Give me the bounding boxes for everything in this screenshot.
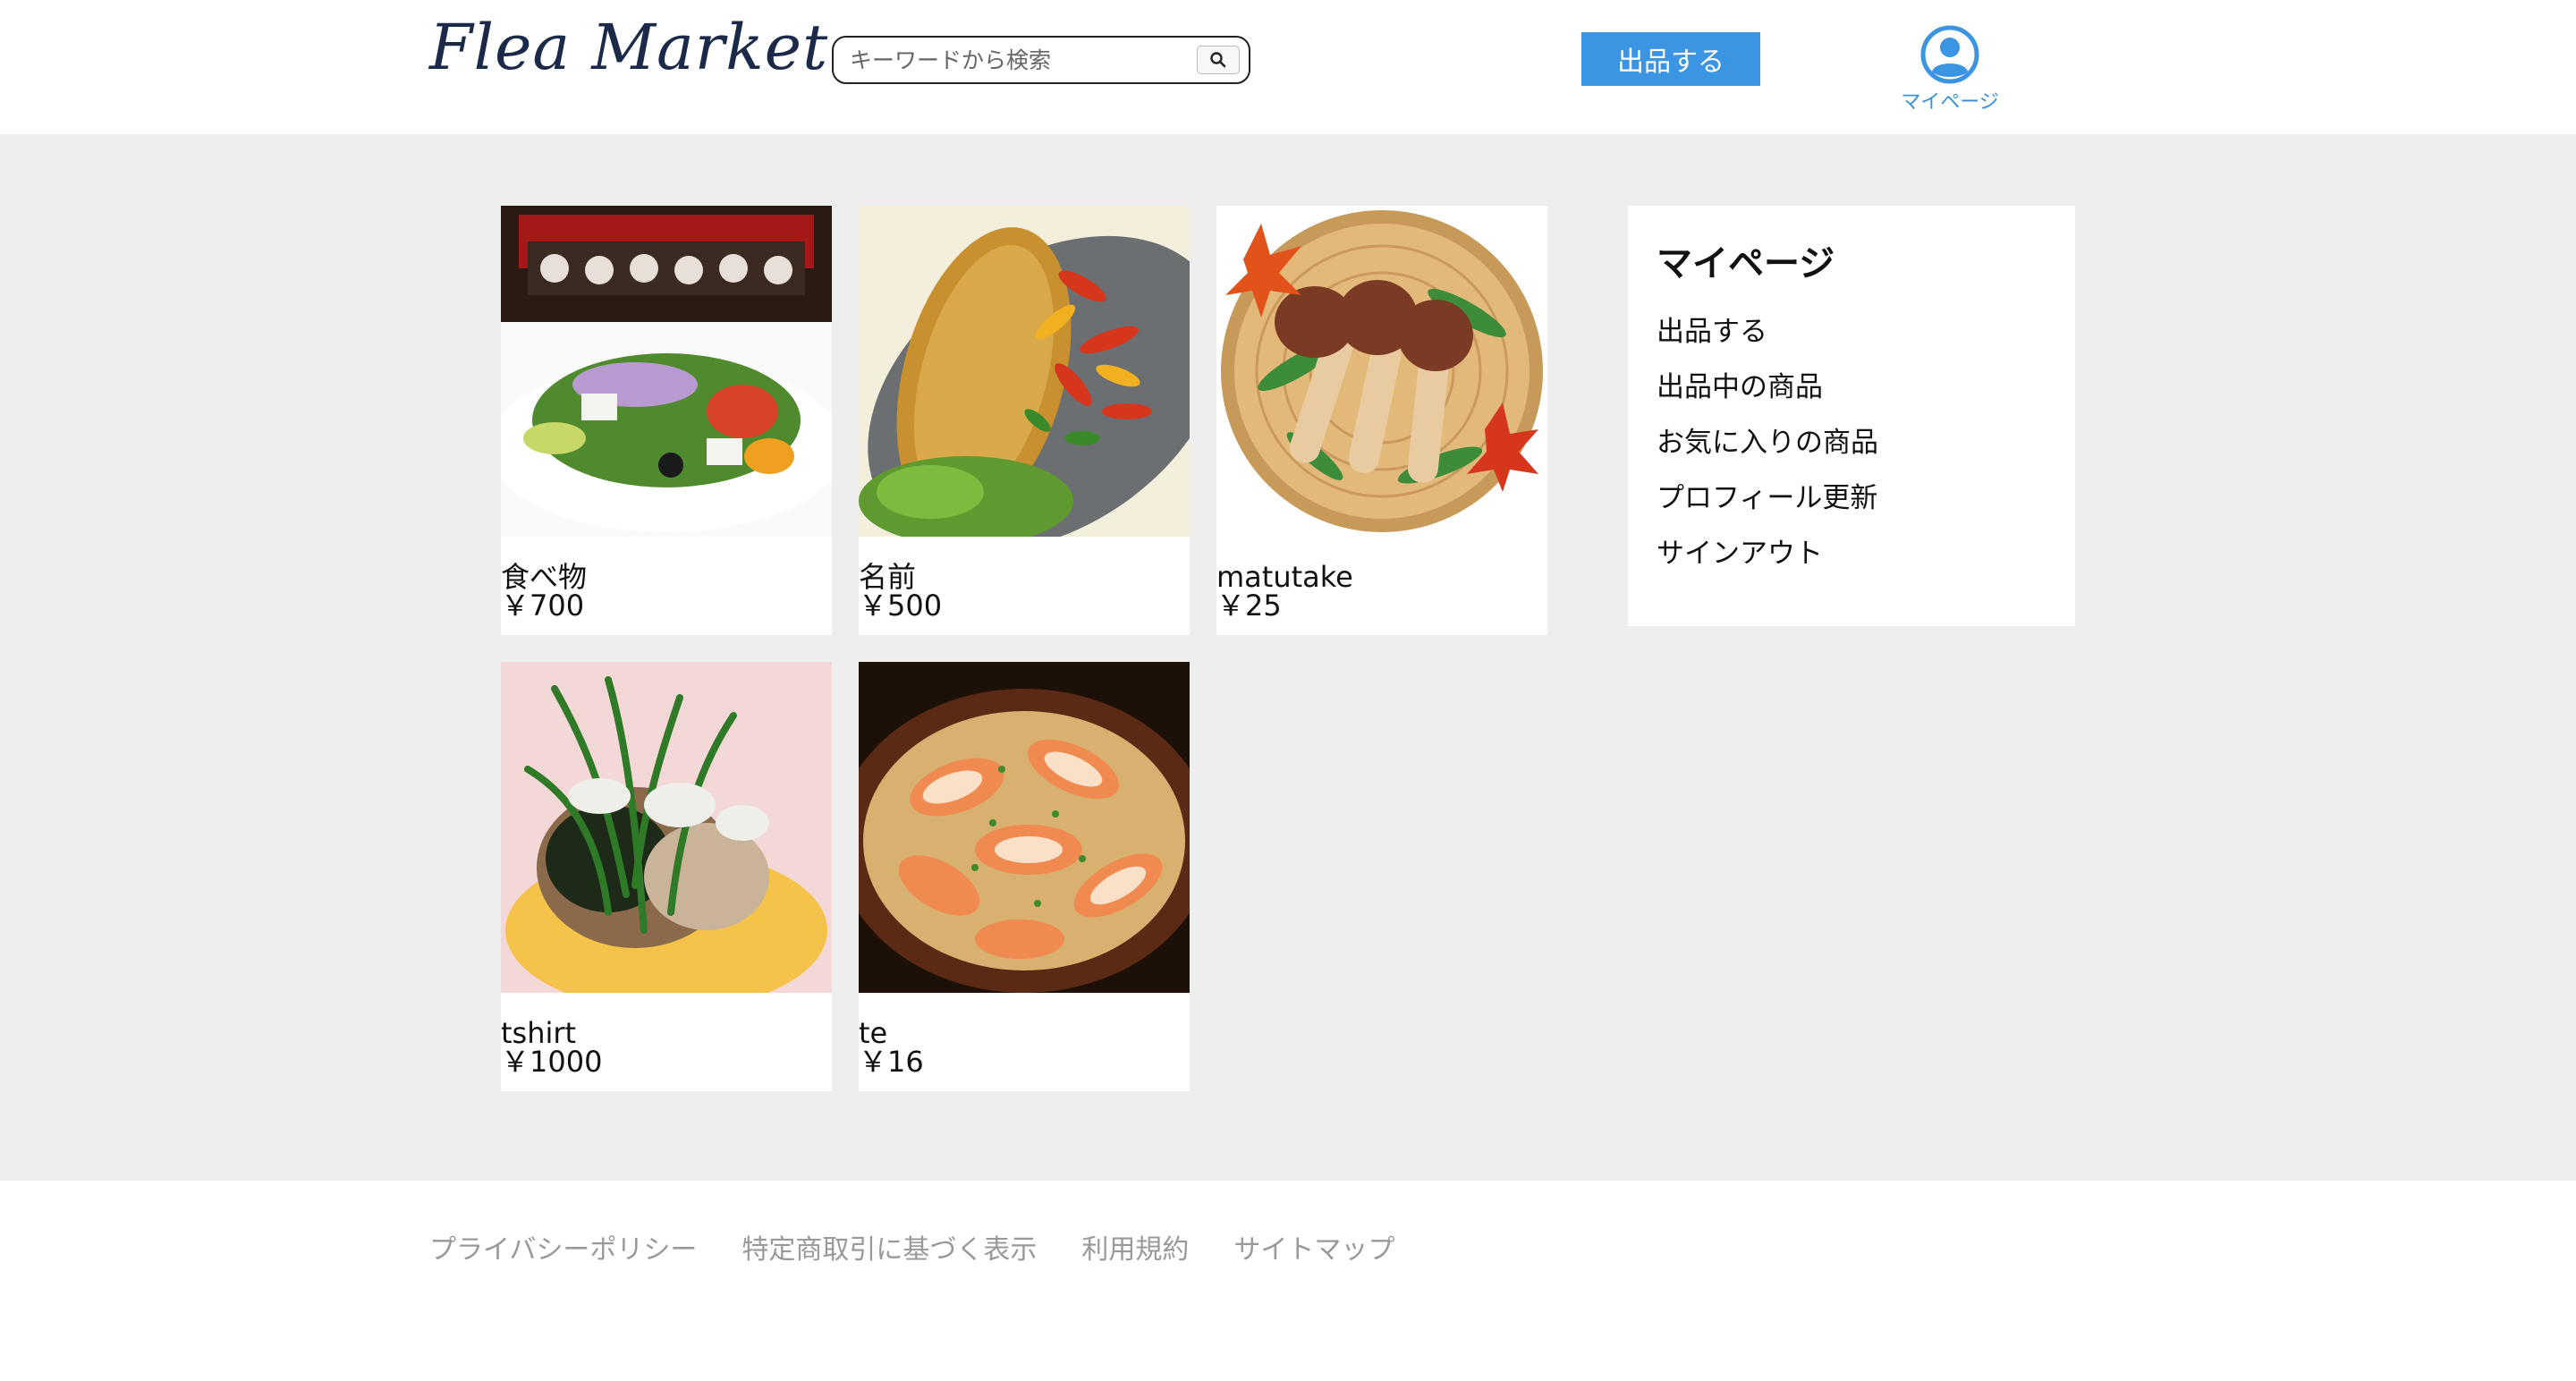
search-box — [832, 36, 1250, 84]
item-image-cutlet — [859, 206, 1190, 537]
sell-button[interactable]: 出品する — [1581, 32, 1760, 86]
footer-links: プライバシーポリシー 特定商取引に基づく表示 利用規約 サイトマップ — [429, 1227, 1394, 1267]
footer-link-sitemap[interactable]: サイトマップ — [1233, 1227, 1394, 1267]
item-card[interactable]: tshirt ￥1000 — [501, 662, 832, 1091]
item-name: 名前 — [859, 560, 917, 594]
main-area: 食べ物 ￥700 名前 ￥500 matutake ￥25 tshirt ￥10… — [0, 134, 2576, 1181]
search-button[interactable] — [1197, 46, 1240, 74]
search-icon — [1210, 52, 1226, 68]
user-avatar-icon — [1920, 25, 1979, 84]
footer-link-terms[interactable]: 利用規約 — [1081, 1227, 1189, 1267]
menu-item-sell[interactable]: 出品する — [1657, 304, 2075, 360]
menu-item-listed-items[interactable]: 出品中の商品 — [1657, 360, 2075, 415]
mypage-link[interactable]: マイページ — [1887, 25, 2012, 114]
menu-item-favorites[interactable]: お気に入りの商品 — [1657, 415, 2075, 470]
item-image-shrimp — [859, 662, 1190, 993]
item-card[interactable]: 食べ物 ￥700 — [501, 206, 832, 635]
item-price: ￥500 — [859, 589, 943, 623]
item-price: ￥16 — [859, 1045, 924, 1079]
item-card[interactable]: matutake ￥25 — [1216, 206, 1547, 635]
item-image-salad — [501, 206, 832, 537]
item-image-dish — [501, 662, 832, 993]
footer: プライバシーポリシー 特定商取引に基づく表示 利用規約 サイトマップ — [0, 1181, 2576, 1381]
item-name: 食べ物 — [501, 560, 588, 594]
mypage-menu: マイページ 出品する 出品中の商品 お気に入りの商品 プロフィール更新 サインア… — [1628, 206, 2075, 626]
header: Flea Market 出品する マイページ — [0, 0, 2576, 134]
search-input[interactable] — [850, 42, 1172, 78]
footer-link-privacy[interactable]: プライバシーポリシー — [429, 1227, 697, 1267]
menu-item-sign-out[interactable]: サインアウト — [1657, 526, 2075, 581]
item-name: matutake — [1216, 560, 1353, 594]
item-price: ￥700 — [501, 589, 585, 623]
item-price: ￥25 — [1216, 589, 1282, 623]
site-logo[interactable]: Flea Market — [429, 11, 828, 84]
item-card[interactable]: te ￥16 — [859, 662, 1190, 1091]
item-image-matsutake — [1216, 206, 1547, 537]
item-card[interactable]: 名前 ￥500 — [859, 206, 1190, 635]
item-name: te — [859, 1016, 888, 1050]
menu-item-profile-update[interactable]: プロフィール更新 — [1657, 470, 2075, 526]
footer-link-commercial-law[interactable]: 特定商取引に基づく表示 — [741, 1227, 1037, 1267]
item-name: tshirt — [501, 1016, 577, 1050]
menu-title: マイページ — [1657, 243, 1835, 284]
mypage-label: マイページ — [1901, 91, 1999, 114]
item-price: ￥1000 — [501, 1045, 603, 1079]
